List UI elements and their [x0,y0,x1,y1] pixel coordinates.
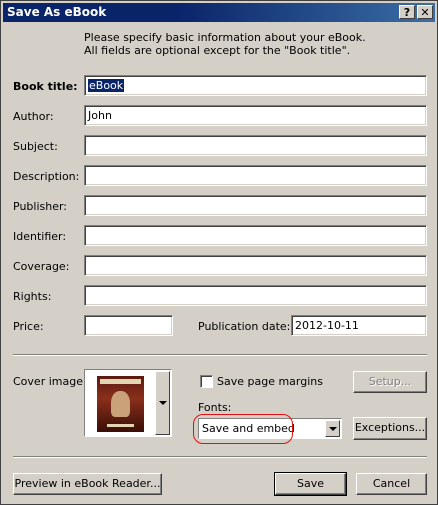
book-title-input[interactable]: eBook [84,75,427,96]
book-title-label: Book title: [13,80,78,93]
save-button[interactable]: Save [274,472,347,496]
close-button[interactable]: ✕ [417,5,433,19]
intro-line-1: Please specify basic information about y… [84,31,366,44]
cover-portrait [111,391,130,417]
author-label: Author: [13,110,54,123]
publisher-input[interactable] [84,195,427,216]
cover-thumbnail [97,376,144,432]
fonts-dropdown-button[interactable] [325,420,340,437]
rights-label: Rights: [13,290,52,303]
save-as-ebook-dialog: Save As eBook ? ✕ Please specify basic i… [0,0,438,505]
chevron-down-icon [159,401,167,405]
save-page-margins-label[interactable]: Save page margins [217,375,323,388]
help-button[interactable]: ? [399,5,415,19]
subject-input[interactable] [84,135,427,156]
setup-button[interactable]: Setup... [353,371,427,393]
footer-divider [13,456,427,458]
dialog-title: Save As eBook [7,5,107,19]
identifier-input[interactable] [84,225,427,246]
description-label: Description: [13,170,80,183]
coverage-input[interactable] [84,255,427,276]
cover-image-label: Cover image: [13,375,87,388]
publication-date-label: Publication date: [198,320,291,333]
intro-text: Please specify basic information about y… [84,31,366,57]
price-input[interactable] [84,315,173,336]
description-input[interactable] [84,165,427,186]
coverage-label: Coverage: [13,260,70,273]
save-page-margins-checkbox[interactable] [200,375,213,388]
publisher-label: Publisher: [13,200,68,213]
cover-title-strip [100,379,141,384]
highlight-annotation [193,414,293,444]
book-title-value: eBook [88,79,125,92]
identifier-label: Identifier: [13,230,67,243]
exceptions-button[interactable]: Exceptions... [353,417,427,440]
chevron-down-icon [329,427,337,431]
author-input[interactable]: John [84,105,427,126]
price-label: Price: [13,320,44,333]
cancel-button[interactable]: Cancel [356,473,427,495]
subject-label: Subject: [13,140,58,153]
cover-dropdown-button[interactable] [155,371,170,435]
cover-author-strip [107,424,134,427]
section-divider [13,354,427,356]
intro-line-2: All fields are optional except for the "… [84,44,351,57]
rights-input[interactable] [84,285,427,306]
fonts-label: Fonts: [198,401,232,414]
publication-date-input[interactable]: 2012-10-11 [291,315,427,336]
preview-in-ebook-reader-button[interactable]: Preview in eBook Reader... [13,473,162,495]
title-bar[interactable]: Save As eBook ? ✕ [3,3,435,22]
